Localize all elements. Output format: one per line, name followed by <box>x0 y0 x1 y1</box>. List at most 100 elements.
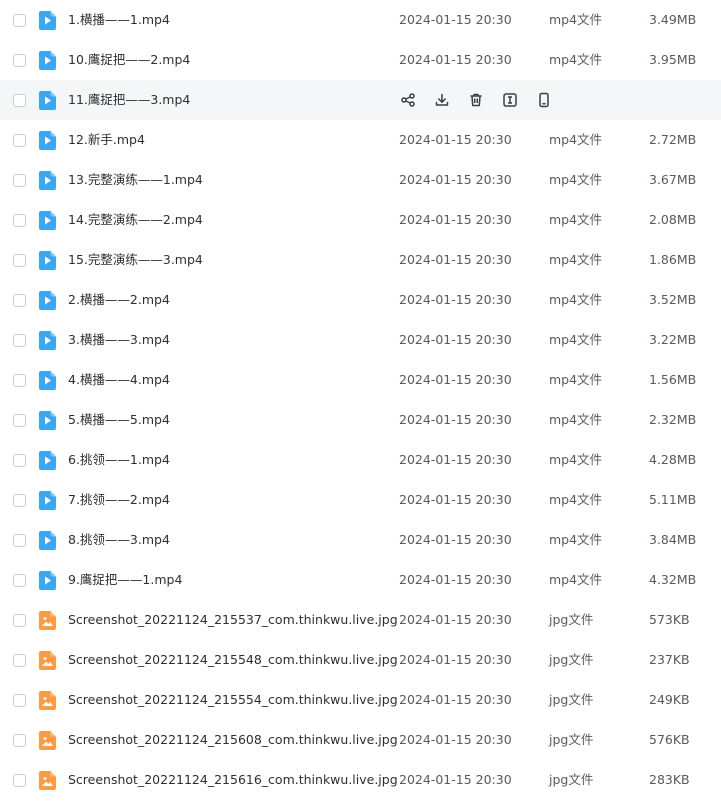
file-row[interactable]: Screenshot_20221124_215537_com.thinkwu.l… <box>0 600 721 640</box>
file-row[interactable]: 1.横播——1.mp4 2024-01-15 20:30 mp4文件 3.49M… <box>0 0 721 40</box>
file-size: 4.32MB <box>649 572 697 587</box>
file-date: 2024-01-15 20:30 <box>399 612 512 627</box>
file-name[interactable]: 11.鹰捉把——3.mp4 <box>68 80 190 120</box>
file-row[interactable]: 6.挑领——1.mp4 2024-01-15 20:30 mp4文件 4.28M… <box>0 440 721 480</box>
file-date: 2024-01-15 20:30 <box>399 772 512 787</box>
file-name[interactable]: Screenshot_20221124_215554_com.thinkwu.l… <box>68 680 398 720</box>
row-checkbox[interactable] <box>13 534 26 547</box>
file-row[interactable]: 3.横播——3.mp4 2024-01-15 20:30 mp4文件 3.22M… <box>0 320 721 360</box>
file-row[interactable]: 8.挑领——3.mp4 2024-01-15 20:30 mp4文件 3.84M… <box>0 520 721 560</box>
file-row[interactable]: 13.完整演练——1.mp4 2024-01-15 20:30 mp4文件 3.… <box>0 160 721 200</box>
row-checkbox[interactable] <box>13 94 26 107</box>
file-date: 2024-01-15 20:30 <box>399 12 512 27</box>
file-name[interactable]: 9.鹰捉把——1.mp4 <box>68 560 182 600</box>
file-size: 2.72MB <box>649 132 697 147</box>
file-row[interactable]: 4.横播——4.mp4 2024-01-15 20:30 mp4文件 1.56M… <box>0 360 721 400</box>
video-file-icon <box>39 571 56 590</box>
file-size: 573KB <box>649 612 690 627</box>
file-name[interactable]: 14.完整演练——2.mp4 <box>68 200 203 240</box>
file-type: jpg文件 <box>549 652 594 667</box>
row-checkbox[interactable] <box>13 414 26 427</box>
file-type: jpg文件 <box>549 692 594 707</box>
row-checkbox[interactable] <box>13 294 26 307</box>
file-name[interactable]: 5.横播——5.mp4 <box>68 400 170 440</box>
file-size: 249KB <box>649 692 690 707</box>
row-checkbox[interactable] <box>13 454 26 467</box>
row-checkbox[interactable] <box>13 174 26 187</box>
file-type: mp4文件 <box>549 252 603 267</box>
file-name[interactable]: 1.横播——1.mp4 <box>68 0 170 40</box>
file-name[interactable]: 15.完整演练——3.mp4 <box>68 240 203 280</box>
row-checkbox[interactable] <box>13 54 26 67</box>
file-date: 2024-01-15 20:30 <box>399 412 512 427</box>
row-checkbox[interactable] <box>13 14 26 27</box>
video-file-icon <box>39 51 56 70</box>
file-type: mp4文件 <box>549 572 603 587</box>
file-date: 2024-01-15 20:30 <box>399 52 512 67</box>
row-checkbox[interactable] <box>13 494 26 507</box>
file-row[interactable]: Screenshot_20221124_215608_com.thinkwu.l… <box>0 720 721 760</box>
file-row[interactable]: 7.挑领——2.mp4 2024-01-15 20:30 mp4文件 5.11M… <box>0 480 721 520</box>
file-name[interactable]: 3.横播——3.mp4 <box>68 320 170 360</box>
file-date: 2024-01-15 20:30 <box>399 132 512 147</box>
video-file-icon <box>39 91 56 110</box>
rename-icon[interactable] <box>501 91 519 109</box>
row-checkbox[interactable] <box>13 734 26 747</box>
file-row[interactable]: 15.完整演练——3.mp4 2024-01-15 20:30 mp4文件 1.… <box>0 240 721 280</box>
file-row[interactable]: 12.新手.mp4 2024-01-15 20:30 mp4文件 2.72MB <box>0 120 721 160</box>
file-size: 2.32MB <box>649 412 697 427</box>
row-checkbox[interactable] <box>13 614 26 627</box>
download-icon[interactable] <box>433 91 451 109</box>
file-date: 2024-01-15 20:30 <box>399 292 512 307</box>
video-file-icon <box>39 411 56 430</box>
video-file-icon <box>39 171 56 190</box>
file-name[interactable]: 7.挑领——2.mp4 <box>68 480 170 520</box>
file-name[interactable]: Screenshot_20221124_215616_com.thinkwu.l… <box>68 760 398 800</box>
row-checkbox[interactable] <box>13 254 26 267</box>
file-size: 283KB <box>649 772 690 787</box>
file-name[interactable]: 2.横播——2.mp4 <box>68 280 170 320</box>
file-row[interactable]: 2.横播——2.mp4 2024-01-15 20:30 mp4文件 3.52M… <box>0 280 721 320</box>
row-checkbox[interactable] <box>13 574 26 587</box>
file-name[interactable]: Screenshot_20221124_215548_com.thinkwu.l… <box>68 640 398 680</box>
share-icon[interactable] <box>399 91 417 109</box>
row-hover-actions <box>399 91 553 109</box>
file-date: 2024-01-15 20:30 <box>399 732 512 747</box>
row-checkbox[interactable] <box>13 214 26 227</box>
file-name[interactable]: Screenshot_20221124_215537_com.thinkwu.l… <box>68 600 398 640</box>
file-row[interactable]: Screenshot_20221124_215554_com.thinkwu.l… <box>0 680 721 720</box>
file-row[interactable]: 9.鹰捉把——1.mp4 2024-01-15 20:30 mp4文件 4.32… <box>0 560 721 600</box>
file-row[interactable]: Screenshot_20221124_215548_com.thinkwu.l… <box>0 640 721 680</box>
file-name[interactable]: 10.鹰捉把——2.mp4 <box>68 40 190 80</box>
file-row[interactable]: Screenshot_20221124_215616_com.thinkwu.l… <box>0 760 721 800</box>
file-size: 5.11MB <box>649 492 697 507</box>
file-name[interactable]: 13.完整演练——1.mp4 <box>68 160 203 200</box>
file-name[interactable]: 6.挑领——1.mp4 <box>68 440 170 480</box>
file-name[interactable]: 4.横播——4.mp4 <box>68 360 170 400</box>
file-size: 576KB <box>649 732 690 747</box>
file-row[interactable]: 5.横播——5.mp4 2024-01-15 20:30 mp4文件 2.32M… <box>0 400 721 440</box>
image-file-icon <box>39 651 56 670</box>
row-checkbox[interactable] <box>13 334 26 347</box>
file-type: mp4文件 <box>549 172 603 187</box>
row-checkbox[interactable] <box>13 774 26 787</box>
file-type: mp4文件 <box>549 132 603 147</box>
row-checkbox[interactable] <box>13 134 26 147</box>
file-row[interactable]: 14.完整演练——2.mp4 2024-01-15 20:30 mp4文件 2.… <box>0 200 721 240</box>
file-name[interactable]: 8.挑领——3.mp4 <box>68 520 170 560</box>
row-checkbox[interactable] <box>13 374 26 387</box>
file-row[interactable]: 10.鹰捉把——2.mp4 2024-01-15 20:30 mp4文件 3.9… <box>0 40 721 80</box>
row-checkbox[interactable] <box>13 654 26 667</box>
file-row[interactable]: 11.鹰捉把——3.mp4 <box>0 80 721 120</box>
file-type: mp4文件 <box>549 12 603 27</box>
file-type: mp4文件 <box>549 492 603 507</box>
video-file-icon <box>39 491 56 510</box>
image-file-icon <box>39 611 56 630</box>
mobile-icon[interactable] <box>535 91 553 109</box>
row-checkbox[interactable] <box>13 694 26 707</box>
delete-icon[interactable] <box>467 91 485 109</box>
file-name[interactable]: 12.新手.mp4 <box>68 120 145 160</box>
file-name[interactable]: Screenshot_20221124_215608_com.thinkwu.l… <box>68 720 398 760</box>
file-type: mp4文件 <box>549 452 603 467</box>
file-date: 2024-01-15 20:30 <box>399 572 512 587</box>
